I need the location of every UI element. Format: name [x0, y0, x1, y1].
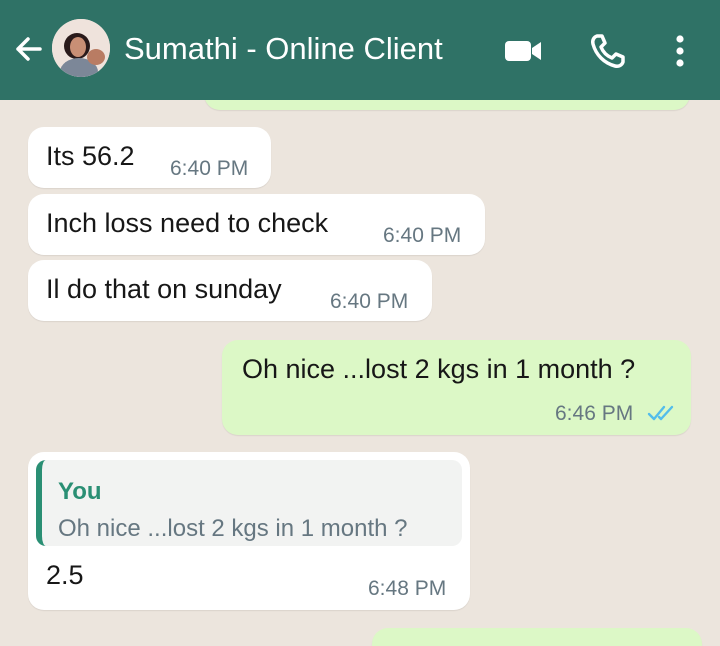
message-bubble[interactable]: Oh nice ...lost 2 kgs in 1 month ? 6:46 … — [222, 340, 691, 435]
previous-message-bubble — [204, 100, 690, 110]
avatar[interactable] — [52, 19, 110, 77]
message-time: 6:46 PM — [555, 402, 634, 425]
message-bubble[interactable]: Its 56.2 6:40 PM — [28, 127, 271, 188]
message-time: 6:40 PM — [330, 290, 409, 313]
quoted-text: Oh nice ...lost 2 kgs in 1 month ? — [58, 515, 408, 542]
voice-call-icon[interactable] — [587, 30, 629, 72]
video-call-icon[interactable] — [503, 30, 545, 72]
next-message-bubble — [372, 628, 702, 646]
message-text: Its 56.2 — [46, 141, 135, 171]
quoted-reply[interactable]: You Oh nice ...lost 2 kgs in 1 month ? — [36, 460, 462, 546]
message-time: 6:40 PM — [383, 224, 462, 247]
message-bubble[interactable]: Inch loss need to check 6:40 PM — [28, 194, 485, 255]
message-bubble[interactable]: Il do that on sunday 6:40 PM — [28, 260, 432, 321]
message-text: Oh nice ...lost 2 kgs in 1 month ? — [242, 354, 636, 384]
message-text: Inch loss need to check — [46, 208, 329, 238]
back-arrow-icon[interactable] — [10, 30, 48, 68]
message-text: 2.5 — [46, 560, 84, 590]
message-time: 6:40 PM — [170, 157, 249, 180]
chat-header: Sumathi - Online Client — [0, 0, 720, 100]
message-text: Il do that on sunday — [46, 274, 282, 304]
message-bubble[interactable]: You Oh nice ...lost 2 kgs in 1 month ? 2… — [28, 452, 470, 610]
double-check-icon — [647, 405, 674, 421]
message-time: 6:48 PM — [368, 577, 447, 600]
quoted-author: You — [58, 478, 102, 505]
chat-area: Its 56.2 6:40 PM Inch loss need to check… — [0, 100, 720, 646]
more-options-icon[interactable] — [659, 30, 701, 72]
contact-name[interactable]: Sumathi - Online Client — [124, 30, 443, 68]
